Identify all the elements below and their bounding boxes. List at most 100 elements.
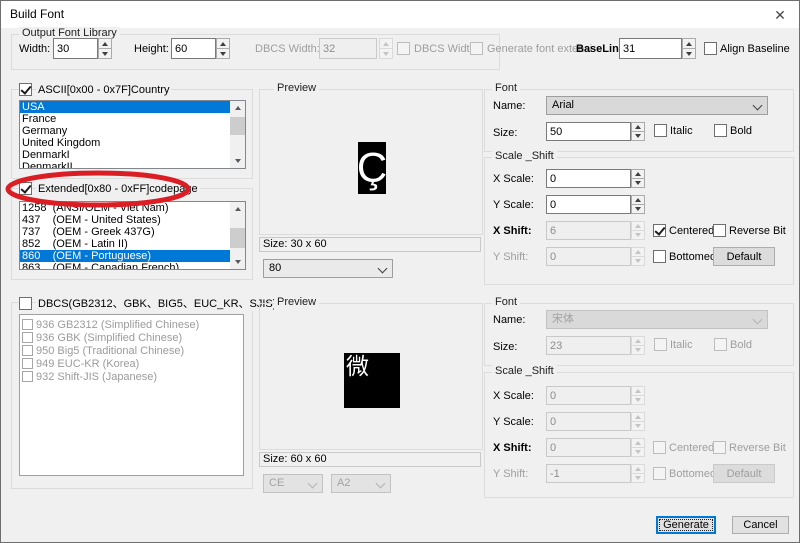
codepage-byte-combo[interactable]: 80 — [263, 259, 393, 278]
list-item[interactable]: 863 (OEM - Canadian French) — [20, 262, 230, 270]
ascii-group-label: ASCII[0x00 - 0x7F]Country — [36, 84, 171, 97]
title-bar: Build Font ✕ — [1, 1, 799, 28]
ascii-checkbox[interactable] — [19, 83, 32, 96]
list-item[interactable]: United Kingdom — [20, 137, 230, 149]
scroll-up-icon[interactable] — [230, 101, 245, 115]
dbcs-width-spinner — [379, 38, 393, 59]
spinner-up-icon[interactable] — [631, 122, 645, 132]
x-scale-label: X Scale: — [493, 390, 534, 403]
spinner-down-icon[interactable] — [98, 49, 112, 59]
scroll-up-icon[interactable] — [230, 202, 245, 216]
list-item: 932 Shift-JIS (Japanese) — [20, 370, 243, 383]
spinner-up-icon[interactable] — [631, 195, 645, 205]
list-item[interactable]: USA — [20, 101, 230, 113]
spinner-down-icon[interactable] — [631, 179, 645, 188]
y-scale-spinner[interactable] — [631, 195, 645, 214]
list-item: 936 GB2312 (Simplified Chinese) — [20, 318, 243, 331]
scrollbar-thumb[interactable] — [230, 117, 245, 135]
default-button[interactable]: Default — [713, 247, 775, 266]
bottomed-label: Bottomed — [669, 251, 716, 264]
reverse-bit-checkbox[interactable] — [713, 224, 726, 237]
centered-label: Centered — [669, 225, 714, 238]
x-scale-spinner — [631, 386, 645, 405]
chevron-down-icon — [378, 264, 388, 274]
font-size-label: Size: — [493, 127, 517, 140]
list-item: 949 EUC-KR (Korea) — [20, 357, 243, 370]
spinner-down-icon[interactable] — [216, 49, 230, 59]
height-spinner[interactable] — [216, 38, 230, 59]
baseline-spinner[interactable] — [682, 38, 696, 59]
extended-checkbox[interactable] — [19, 182, 32, 195]
spinner-down-icon[interactable] — [682, 49, 696, 59]
y-scale-field[interactable] — [546, 195, 631, 214]
build-font-dialog: Build Font ✕ Output Font Library Width: … — [0, 0, 800, 543]
baseline-field[interactable] — [619, 38, 682, 59]
font-size-label: Size: — [493, 341, 517, 354]
italic-label: Italic — [670, 339, 693, 352]
list-item[interactable]: France — [20, 113, 230, 125]
preview-group-label: Preview — [274, 82, 319, 95]
x-scale-field[interactable] — [546, 169, 631, 188]
font-size-field[interactable] — [546, 122, 631, 141]
spinner-down-icon — [631, 257, 645, 266]
font-group-label: Font — [492, 82, 520, 95]
preview-group-label: Preview — [274, 296, 319, 309]
list-item[interactable]: DenmarkI — [20, 149, 230, 161]
bold-label: Bold — [730, 125, 752, 138]
item-checkbox — [22, 371, 33, 382]
height-label: Height: — [134, 43, 169, 56]
dbcs-font-name-combo: 宋体 — [546, 310, 768, 329]
list-item[interactable]: 737 (OEM - Greek 437G) — [20, 226, 230, 238]
spinner-down-icon[interactable] — [631, 205, 645, 214]
font-name-combo[interactable]: Arial — [546, 96, 768, 115]
x-scale-spinner[interactable] — [631, 169, 645, 188]
window-title: Build Font — [10, 7, 64, 21]
list-item[interactable]: 1258 (ANSI/OEM - Viet Nam) — [20, 202, 230, 214]
spinner-down-icon — [631, 448, 645, 457]
list-item[interactable]: DenmarkII — [20, 161, 230, 169]
list-item[interactable]: 852 (OEM - Latin II) — [20, 238, 230, 250]
spinner-down-icon[interactable] — [631, 132, 645, 141]
spinner-up-icon[interactable] — [216, 38, 230, 49]
x-shift-label: X Shift: — [493, 442, 532, 455]
scale-shift-group-label: Scale _Shift — [492, 365, 557, 378]
centered-label: Centered — [669, 442, 714, 455]
list-item[interactable]: Germany — [20, 125, 230, 137]
dbcs-width-field — [319, 38, 377, 59]
extended-codepage-list[interactable]: 1258 (ANSI/OEM - Viet Nam) 437 (OEM - Un… — [19, 201, 246, 270]
spinner-up-icon[interactable] — [682, 38, 696, 49]
centered-checkbox[interactable] — [653, 224, 666, 237]
bottomed-checkbox[interactable] — [653, 250, 666, 263]
scrollbar[interactable] — [230, 202, 245, 269]
chevron-down-icon — [308, 479, 318, 489]
generate-button[interactable]: Generate — [656, 516, 716, 534]
scroll-down-icon[interactable] — [230, 255, 245, 269]
list-item[interactable]: 437 (OEM - United States) — [20, 214, 230, 226]
spinner-up-icon[interactable] — [98, 38, 112, 49]
spinner-up-icon[interactable] — [631, 169, 645, 179]
y-shift-spinner — [631, 247, 645, 266]
spinner-down-icon — [631, 396, 645, 405]
scrollbar[interactable] — [230, 101, 245, 168]
centered-checkbox — [653, 441, 666, 454]
chevron-down-icon — [753, 315, 763, 325]
scroll-down-icon[interactable] — [230, 154, 245, 168]
close-icon[interactable]: ✕ — [770, 5, 790, 25]
spinner-up-icon — [631, 412, 645, 422]
list-item[interactable]: 860 (OEM - Portuguese) — [20, 250, 230, 262]
dbcs-checkbox[interactable] — [19, 297, 32, 310]
bold-checkbox[interactable] — [714, 124, 727, 137]
width-field[interactable] — [53, 38, 98, 59]
y-shift-field — [546, 247, 631, 266]
scrollbar-thumb[interactable] — [230, 228, 245, 248]
height-field[interactable] — [171, 38, 216, 59]
bold-label: Bold — [730, 339, 752, 352]
align-baseline-checkbox[interactable] — [704, 42, 717, 55]
ascii-country-list[interactable]: USA France Germany United Kingdom Denmar… — [19, 100, 246, 169]
cancel-button[interactable]: Cancel — [732, 516, 789, 534]
reverse-bit-label: Reverse Bit — [729, 225, 786, 238]
width-spinner[interactable] — [98, 38, 112, 59]
italic-checkbox[interactable] — [654, 124, 667, 137]
font-size-spinner[interactable] — [631, 122, 645, 141]
y-scale-label: Y Scale: — [493, 199, 534, 212]
